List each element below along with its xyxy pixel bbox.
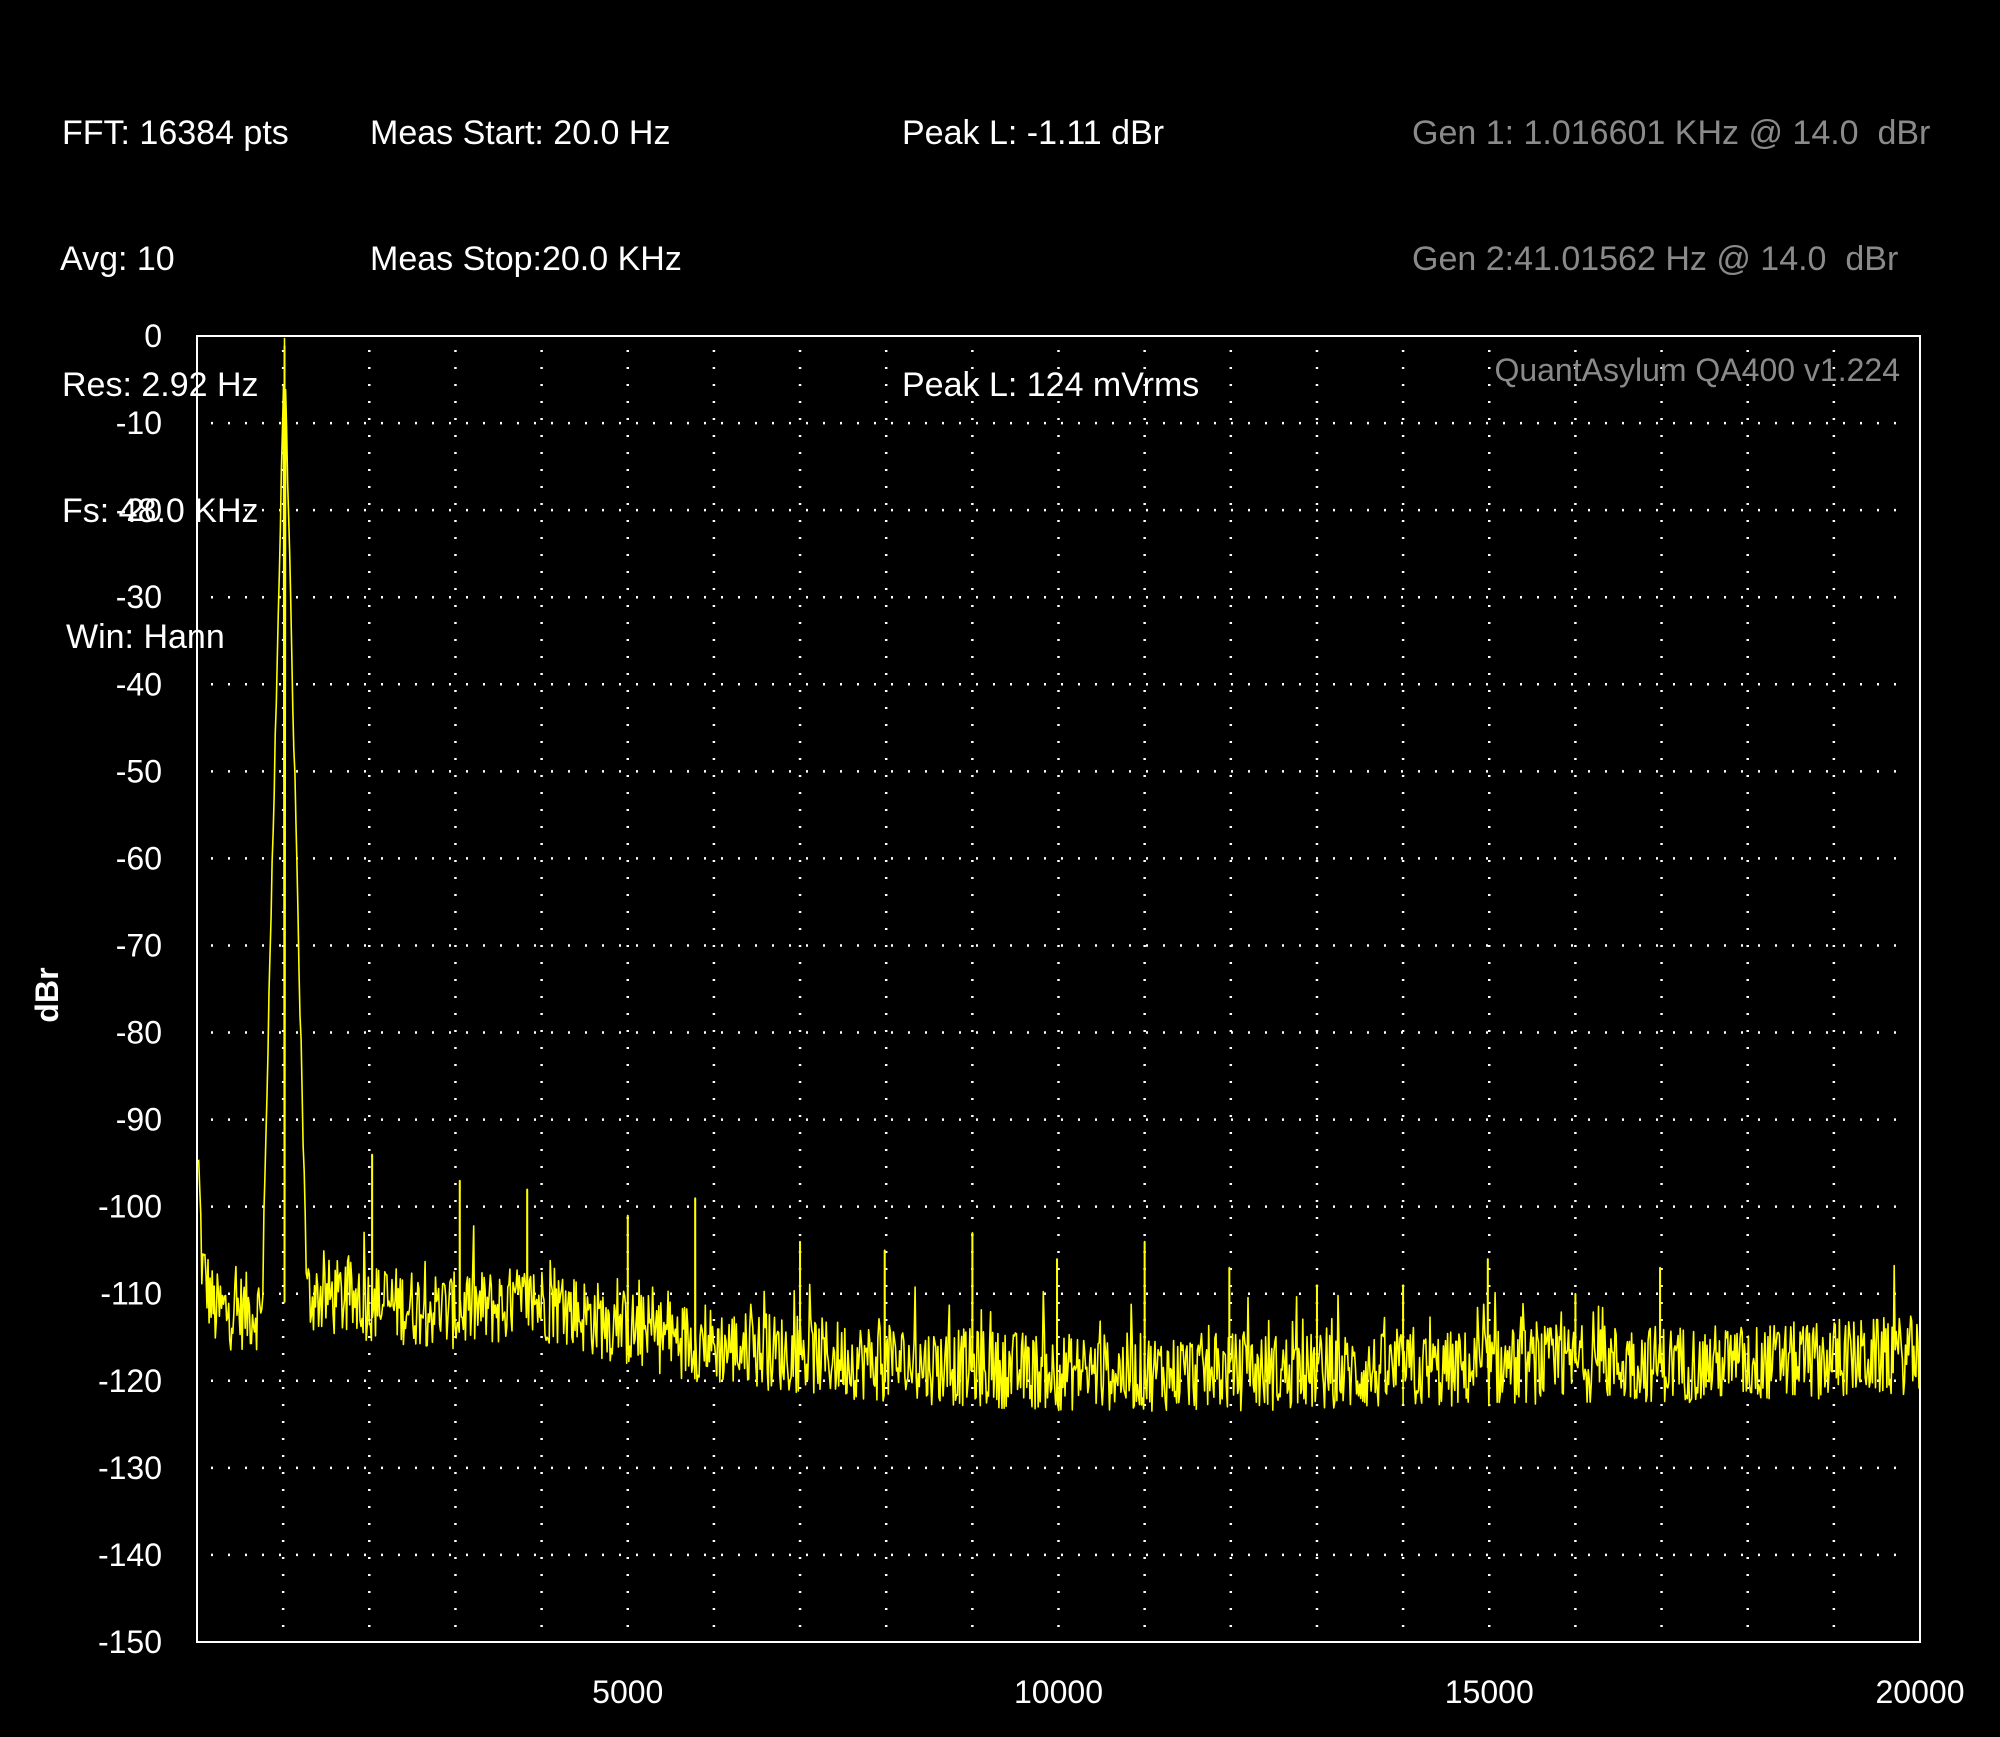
x-axis-ticks: 5000 10000 15000 20000 — [592, 1674, 1964, 1710]
watermark: QuantAsylum QA400 v1.224 — [1494, 352, 1900, 388]
y-tick-label: -80 — [116, 1015, 162, 1051]
x-tick-label: 10000 — [1014, 1674, 1103, 1710]
y-tick-label: -50 — [116, 753, 162, 789]
x-tick-label: 20000 — [1876, 1674, 1965, 1710]
spectrum-chart: 0 -10 -20 -30 -40 -50 -60 -70 -80 -90 -100 -110 -120… — [29, 318, 1964, 1710]
y-tick-label: -100 — [98, 1189, 162, 1225]
spectrum-trace — [197, 337, 1921, 1412]
y-axis-ticks: 0 -10 -20 -30 -40 -50 -60 -70 -80 -90 -100 -110 -120… — [98, 318, 162, 1660]
x-tick-label: 15000 — [1445, 1674, 1534, 1710]
y-tick-label: -140 — [98, 1537, 162, 1573]
y-tick-label: -120 — [98, 1363, 162, 1399]
grid — [211, 350, 1906, 1628]
y-axis-label: dBr — [29, 967, 65, 1022]
y-tick-label: -20 — [116, 492, 162, 528]
y-tick-label: -110 — [100, 1276, 162, 1312]
y-tick-label: -150 — [98, 1624, 162, 1660]
y-tick-label: -60 — [116, 840, 162, 876]
x-tick-label: 5000 — [592, 1674, 663, 1710]
plot-frame — [196, 335, 1921, 1643]
y-tick-label: -30 — [116, 579, 162, 615]
y-tick-label: -40 — [116, 666, 162, 702]
spectrum-line — [197, 337, 1921, 1412]
y-tick-label: -10 — [116, 405, 162, 441]
y-tick-label: -130 — [98, 1450, 162, 1486]
y-tick-label: 0 — [144, 318, 162, 354]
y-tick-label: -70 — [116, 927, 162, 963]
y-tick-label: -90 — [116, 1102, 162, 1138]
